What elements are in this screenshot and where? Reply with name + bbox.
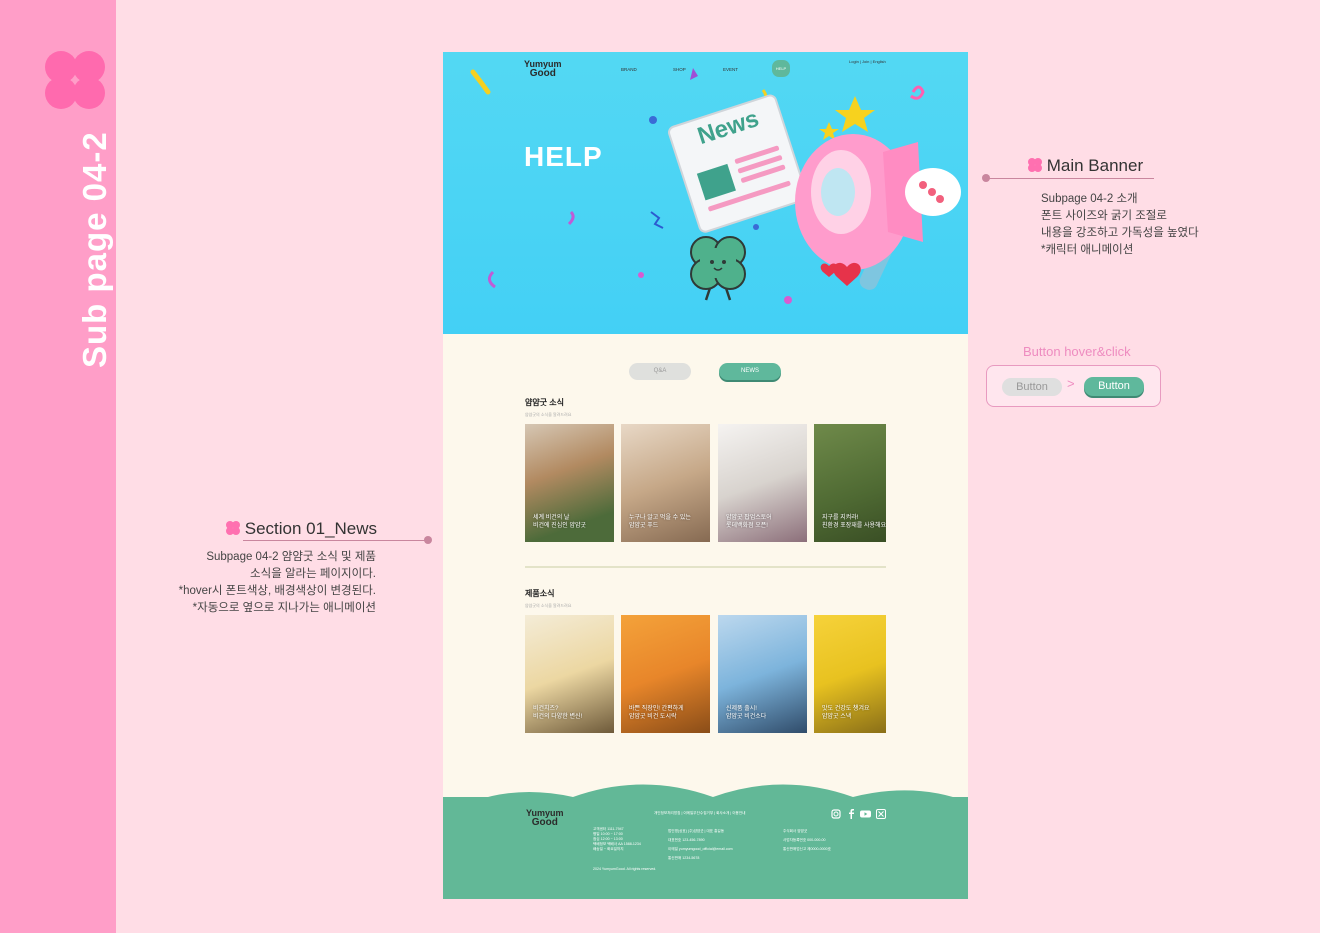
- card-caption: 맛도 건강도 챙겨요 얌얌굿 스낵: [822, 706, 870, 720]
- desc-line: 내용을 강조하고 가독성을 높였다: [1041, 227, 1199, 239]
- footer: Yumyum Good 개인정보처리방침 | 이메일무단수집거부 | 회사소개 …: [443, 797, 968, 899]
- product-section-subtitle: 얌얌굿의 소식을 알려드려요: [525, 603, 572, 608]
- product-card[interactable]: 맛도 건강도 챙겨요 얌얌굿 스낵: [814, 615, 886, 733]
- main-banner-annotation-title: Main Banner: [1028, 156, 1143, 176]
- arrow-icon: >: [1067, 376, 1075, 391]
- hero-illustration: [470, 68, 961, 304]
- desc-line: *자동으로 옆으로 지나가는 애니메이션: [192, 602, 376, 614]
- section-news-annotation-title: Section 01_News: [226, 519, 377, 539]
- button-active[interactable]: Button: [1084, 377, 1144, 396]
- card-caption: 신제품 출시! 얌얌굿 비건소다: [726, 706, 767, 720]
- page-label: Sub page 04-2: [76, 131, 113, 368]
- annotation-line: [243, 540, 426, 541]
- product-card[interactable]: 바쁜 직장인! 간편하게 얌얌굿 비건 도시락: [621, 615, 710, 733]
- desc-line: *hover시 폰트색상, 배경색상이 변경된다.: [178, 585, 376, 597]
- footer-col3: 주식회사 얌얌굿 사업자등록번호 000-000-00 통신판매업신고 제0000-…: [783, 829, 831, 851]
- card-caption: 바쁜 직장인! 간편하게 얌얌굿 비건 도시락: [629, 706, 684, 720]
- desc-line: Subpage 04-2 소개: [1041, 193, 1138, 205]
- clover-icon: [226, 521, 240, 535]
- section-news-title: Section 01_News: [244, 519, 378, 538]
- desc-line: Subpage 04-2 얌얌굿 소식 및 제품: [206, 551, 376, 563]
- clover-icon: [45, 51, 105, 109]
- section-news-description: Subpage 04-2 얌얌굿 소식 및 제품 소식을 알라는 페이지이다. …: [170, 549, 376, 617]
- desc-line: 소식을 알라는 페이지이다.: [250, 568, 376, 580]
- footer-logo[interactable]: Yumyum Good: [526, 809, 564, 828]
- news-card[interactable]: 세계 비건의 날 비건에 진심인 얌얌굿: [525, 424, 614, 542]
- news-section-title: 얌얌굿 소식: [525, 398, 565, 407]
- card-caption: 비건치즈? 비건의 다양한 변신!: [533, 706, 583, 720]
- tab-qa[interactable]: Q&A: [629, 363, 691, 380]
- card-caption: 누구나 알고 먹을 수 있는 얌얌굿 푸드: [629, 515, 691, 529]
- footer-copyright: 2024 YumyumGood. All rights reserved.: [593, 867, 657, 871]
- youtube-icon[interactable]: [860, 809, 871, 821]
- button-normal[interactable]: Button: [1002, 378, 1062, 396]
- news-card[interactable]: 지구를 지켜라! 친환경 포장재를 사용해요: [814, 424, 886, 542]
- x-icon[interactable]: [876, 809, 886, 821]
- instagram-icon[interactable]: [831, 809, 841, 821]
- footer-logo-line2: Good: [531, 817, 558, 828]
- clover-icon: [1028, 158, 1042, 172]
- news-section-subtitle: 얌얌굿의 소식을 알려드려요: [525, 412, 572, 417]
- card-caption: 지구를 지켜라! 친환경 포장재를 사용해요: [822, 515, 886, 529]
- card-caption: 얌얌굿 팝업스토어 롯데백화점 오픈!: [726, 515, 772, 529]
- news-card[interactable]: 얌얌굿 팝업스토어 롯데백화점 오픈!: [718, 424, 807, 542]
- product-section-title: 제품소식: [525, 589, 555, 598]
- product-card[interactable]: 신제품 출시! 얌얌굿 비건소다: [718, 615, 807, 733]
- button-demo-title: Button hover&click: [1023, 344, 1131, 359]
- footer-col2: 법인명(상호) (주)얌얌굿 | 대표 홍길동 대표번호 123-456-7890…: [668, 829, 733, 860]
- main-banner: Yumyum Good BRAND SHOP EVENT HELP Login …: [443, 52, 968, 334]
- page-mockup: Yumyum Good BRAND SHOP EVENT HELP Login …: [443, 52, 968, 899]
- annotation-dot: [424, 536, 432, 544]
- facebook-icon[interactable]: [846, 809, 856, 821]
- card-caption: 세계 비건의 날 비건에 진심인 얌얌굿: [533, 515, 587, 529]
- news-card[interactable]: 누구나 알고 먹을 수 있는 얌얌굿 푸드: [621, 424, 710, 542]
- product-card[interactable]: 비건치즈? 비건의 다양한 변신!: [525, 615, 614, 733]
- desc-line: *캐릭터 애니메이션: [1041, 244, 1134, 256]
- annotation-line: [986, 178, 1154, 179]
- desc-line: 폰트 사이즈와 굵기 조절로: [1041, 210, 1167, 222]
- side-strip: Sub page 04-2: [0, 0, 116, 933]
- section-divider: [525, 566, 886, 568]
- footer-col1: 고객센터 1111-7947 평일 10:00 ~ 17:00 점심 12:00 ~…: [593, 827, 641, 851]
- main-banner-title: Main Banner: [1046, 156, 1144, 175]
- tab-news[interactable]: NEWS: [719, 363, 781, 380]
- main-banner-description: Subpage 04-2 소개 폰트 사이즈와 굵기 조절로 내용을 강조하고 …: [1041, 191, 1199, 259]
- footer-links[interactable]: 개인정보처리방침 | 이메일무단수집거부 | 회사소개 | 이용안내: [654, 811, 745, 816]
